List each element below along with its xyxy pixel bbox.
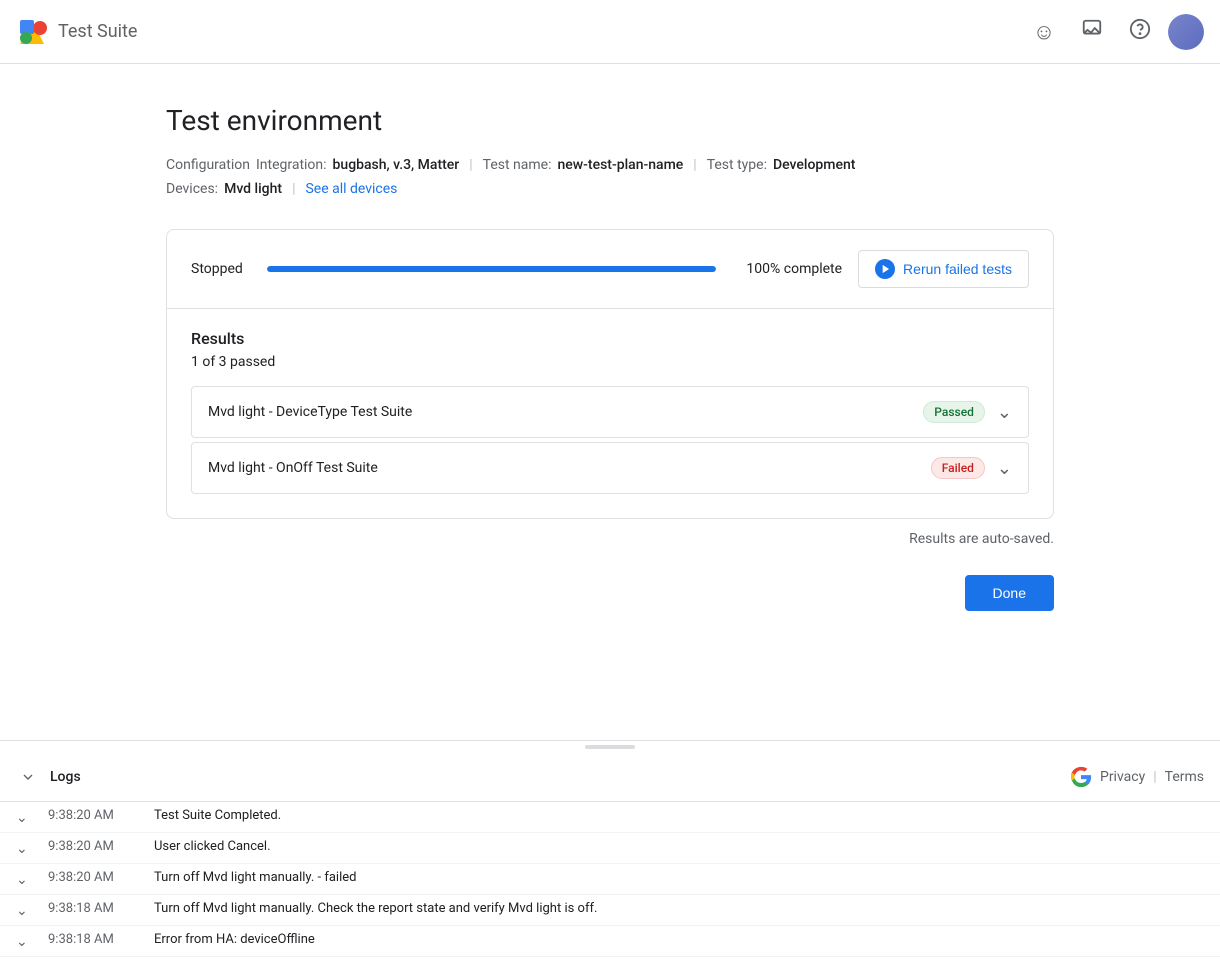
log-entry-1: ⌄ 9:38:20 AM User clicked Cancel.: [0, 833, 1220, 864]
test-item-row-0[interactable]: Mvd light - DeviceType Test Suite Passed…: [192, 387, 1028, 437]
log-time-1: 9:38:20 AM: [48, 839, 138, 854]
test-item-name-0: Mvd light - DeviceType Test Suite: [208, 404, 412, 420]
done-button[interactable]: Done: [965, 575, 1054, 611]
scroll-handle: [585, 745, 635, 749]
emoji-icon: ☺: [1033, 19, 1055, 45]
log-message-0: Test Suite Completed.: [154, 808, 281, 823]
log-chevron-icon-3: ⌄: [16, 901, 32, 919]
log-chevron-icon-1: ⌄: [16, 839, 32, 857]
app-logo-icon: [16, 16, 48, 48]
devices-value: Mvd light: [224, 181, 282, 197]
log-entry-0: ⌄ 9:38:20 AM Test Suite Completed.: [0, 802, 1220, 833]
privacy-link[interactable]: Privacy: [1100, 769, 1145, 785]
header-right: ☺: [1024, 12, 1204, 52]
test-name-value: new-test-plan-name: [557, 157, 683, 173]
results-section: Results 1 of 3 passed Mvd light - Device…: [167, 309, 1053, 518]
test-type-value: Development: [773, 157, 855, 173]
header-left: Test Suite: [16, 16, 137, 48]
log-chevron-icon-4: ⌄: [16, 932, 32, 950]
see-all-devices-link[interactable]: See all devices: [305, 181, 397, 197]
footer-links: Privacy | Terms: [1070, 766, 1204, 788]
scroll-handle-row: [0, 741, 1220, 753]
stopped-label: Stopped: [191, 261, 251, 277]
log-entry-4: ⌄ 9:38:18 AM Error from HA: deviceOfflin…: [0, 926, 1220, 957]
devices-label: Devices:: [166, 181, 218, 197]
chat-button[interactable]: [1072, 12, 1112, 52]
test-item-right-0: Passed ⌄: [923, 401, 1012, 423]
done-row: Done: [166, 559, 1054, 635]
logs-header: Logs Privacy | Terms: [0, 753, 1220, 802]
sep2: |: [693, 157, 696, 173]
auto-saved-text: Results are auto-saved.: [909, 531, 1054, 547]
config-row: Configuration Integration: bugbash, v.3,…: [166, 157, 1054, 173]
sep3: |: [292, 181, 295, 197]
config-label: Configuration: [166, 157, 250, 173]
test-item-name-1: Mvd light - OnOff Test Suite: [208, 460, 378, 476]
results-summary: 1 of 3 passed: [191, 354, 1029, 370]
log-entry-2: ⌄ 9:38:20 AM Turn off Mvd light manually…: [0, 864, 1220, 895]
log-message-1: User clicked Cancel.: [154, 839, 271, 854]
terms-link[interactable]: Terms: [1165, 769, 1204, 785]
test-name-label: Test name:: [483, 157, 552, 173]
page-title: Test environment: [166, 104, 1054, 137]
app-title: Test Suite: [58, 21, 137, 42]
user-avatar[interactable]: [1168, 14, 1204, 50]
avatar-image: [1168, 14, 1204, 50]
rerun-icon: [875, 259, 895, 279]
log-message-2: Turn off Mvd light manually. - failed: [154, 870, 356, 885]
google-logo-icon: [1070, 766, 1092, 788]
auto-saved-row: Results are auto-saved.: [166, 519, 1054, 559]
test-type-label: Test type:: [707, 157, 767, 173]
test-item-0: Mvd light - DeviceType Test Suite Passed…: [191, 386, 1029, 438]
results-title: Results: [191, 329, 1029, 348]
log-message-3: Turn off Mvd light manually. Check the r…: [154, 901, 597, 916]
logs-header-left: Logs: [16, 765, 81, 789]
footer-sep: |: [1153, 769, 1156, 785]
test-item-badge-0: Passed: [923, 401, 985, 423]
rerun-failed-tests-button[interactable]: Rerun failed tests: [858, 250, 1029, 288]
test-item-row-1[interactable]: Mvd light - OnOff Test Suite Failed ⌄: [192, 443, 1028, 493]
sep1: |: [469, 157, 472, 173]
help-icon: [1129, 18, 1151, 46]
progress-percent-label: 100% complete: [732, 261, 842, 277]
log-entry-3: ⌄ 9:38:18 AM Turn off Mvd light manually…: [0, 895, 1220, 926]
progress-bar-row: Stopped 100% complete Rerun failed tests: [167, 230, 1053, 309]
header: Test Suite ☺: [0, 0, 1220, 64]
test-item-1: Mvd light - OnOff Test Suite Failed ⌄: [191, 442, 1029, 494]
logs-toggle-button[interactable]: [16, 765, 40, 789]
log-entry-5: ⌄ 9:38:18 AM Turn on Mvd light. - error: [0, 957, 1220, 962]
chat-icon: [1081, 18, 1103, 46]
log-time-0: 9:38:20 AM: [48, 808, 138, 823]
emoji-button[interactable]: ☺: [1024, 12, 1064, 52]
log-message-4: Error from HA: deviceOffline: [154, 932, 315, 947]
log-time-3: 9:38:18 AM: [48, 901, 138, 916]
main-content: Test environment Configuration Integrati…: [0, 64, 1220, 762]
log-time-2: 9:38:20 AM: [48, 870, 138, 885]
progress-track: [267, 266, 716, 272]
log-time-4: 9:38:18 AM: [48, 932, 138, 947]
test-item-right-1: Failed ⌄: [931, 457, 1012, 479]
integration-label: Integration:: [256, 157, 327, 173]
logs-bar: Logs Privacy | Terms ⌄ 9:38:20 AM Test S…: [0, 740, 1220, 962]
chevron-down-icon-1: ⌄: [997, 458, 1012, 479]
test-item-badge-1: Failed: [931, 457, 985, 479]
log-entries: ⌄ 9:38:20 AM Test Suite Completed. ⌄ 9:3…: [0, 802, 1220, 962]
chevron-down-icon-0: ⌄: [997, 402, 1012, 423]
progress-fill: [267, 266, 716, 272]
log-chevron-icon-2: ⌄: [16, 870, 32, 888]
integration-value: bugbash, v.3, Matter: [333, 157, 460, 173]
log-chevron-icon-0: ⌄: [16, 808, 32, 826]
devices-row: Devices: Mvd light | See all devices: [166, 181, 1054, 197]
help-button[interactable]: [1120, 12, 1160, 52]
logs-title: Logs: [50, 769, 81, 785]
progress-card: Stopped 100% complete Rerun failed tests…: [166, 229, 1054, 519]
rerun-label: Rerun failed tests: [903, 261, 1012, 277]
